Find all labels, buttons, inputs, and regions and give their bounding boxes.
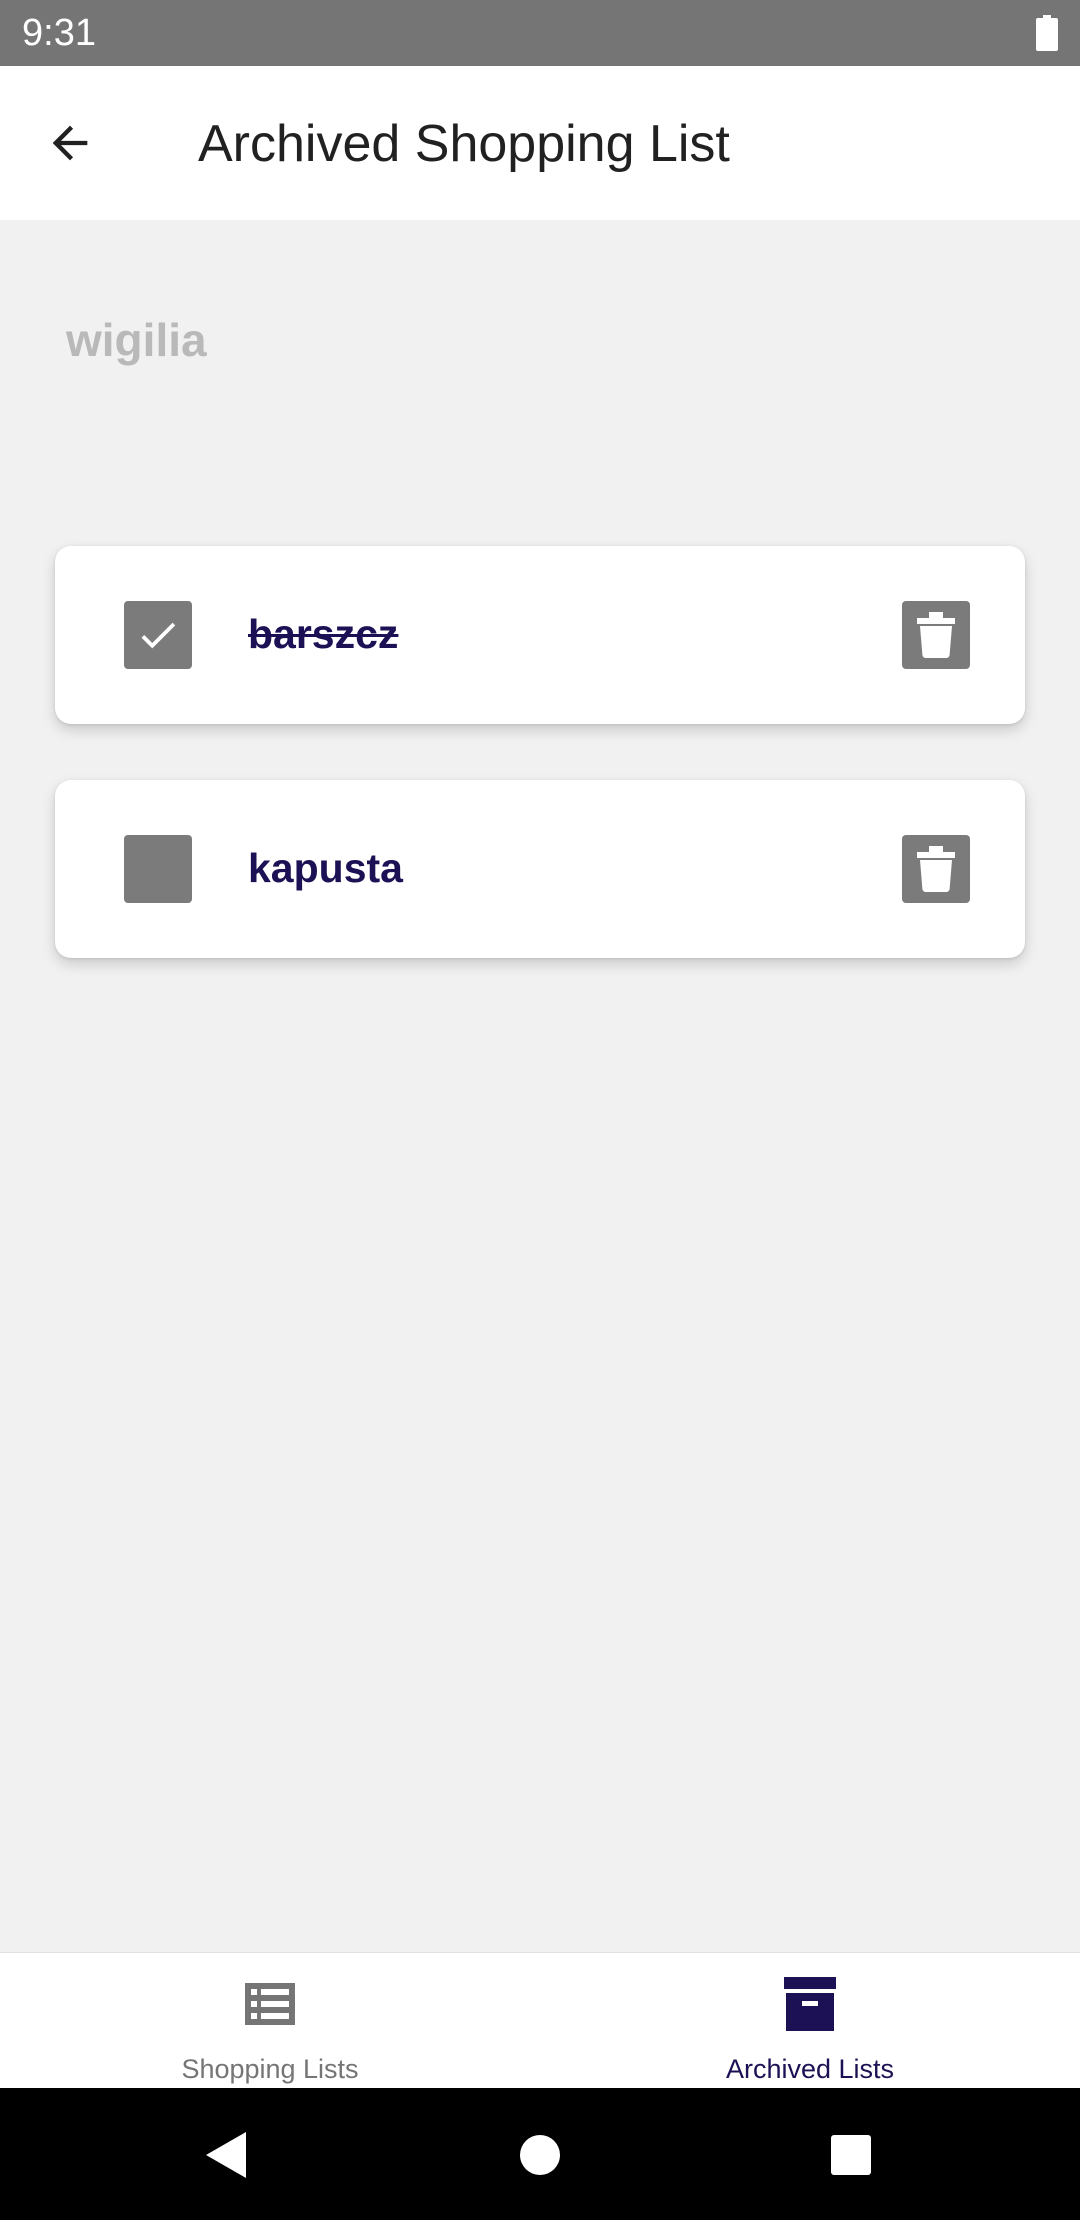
home-circle-icon[interactable] — [515, 2130, 565, 2180]
page-title: Archived Shopping List — [198, 115, 730, 173]
check-icon — [141, 622, 176, 649]
status-bar: 9:31 — [0, 0, 1080, 66]
recents-square-icon[interactable] — [826, 2130, 876, 2180]
list-name: wigilia — [66, 314, 207, 366]
arrow-back-icon — [52, 125, 88, 161]
nav-item-shopping-lists[interactable]: Shopping Lists — [0, 1953, 540, 2089]
back-triangle-icon[interactable] — [202, 2130, 252, 2180]
item-checkbox[interactable] — [124, 835, 192, 903]
nav-label-archived-lists: Archived Lists — [725, 2054, 895, 2084]
app-bar: Archived Shopping List — [0, 66, 1080, 220]
back-button[interactable] — [30, 103, 110, 183]
list-item: barszcz — [55, 546, 1025, 724]
list-item: kapusta — [55, 780, 1025, 958]
item-checkbox[interactable] — [124, 601, 192, 669]
item-name: barszcz — [248, 611, 399, 657]
status-time: 9:31 — [22, 12, 96, 54]
list-icon — [243, 1977, 297, 2031]
trash-icon — [917, 846, 955, 892]
system-navigation-bar — [0, 2088, 1080, 2220]
nav-label-shopping-lists: Shopping Lists — [181, 2054, 359, 2084]
item-name: kapusta — [248, 845, 403, 891]
bottom-navigation: Shopping Lists Archived Lists — [0, 1952, 1080, 2089]
battery-icon — [1036, 15, 1058, 51]
delete-button[interactable] — [902, 835, 970, 903]
trash-icon — [917, 612, 955, 658]
archive-icon — [783, 1977, 837, 2031]
delete-button[interactable] — [902, 601, 970, 669]
nav-item-archived-lists[interactable]: Archived Lists — [540, 1953, 1080, 2089]
